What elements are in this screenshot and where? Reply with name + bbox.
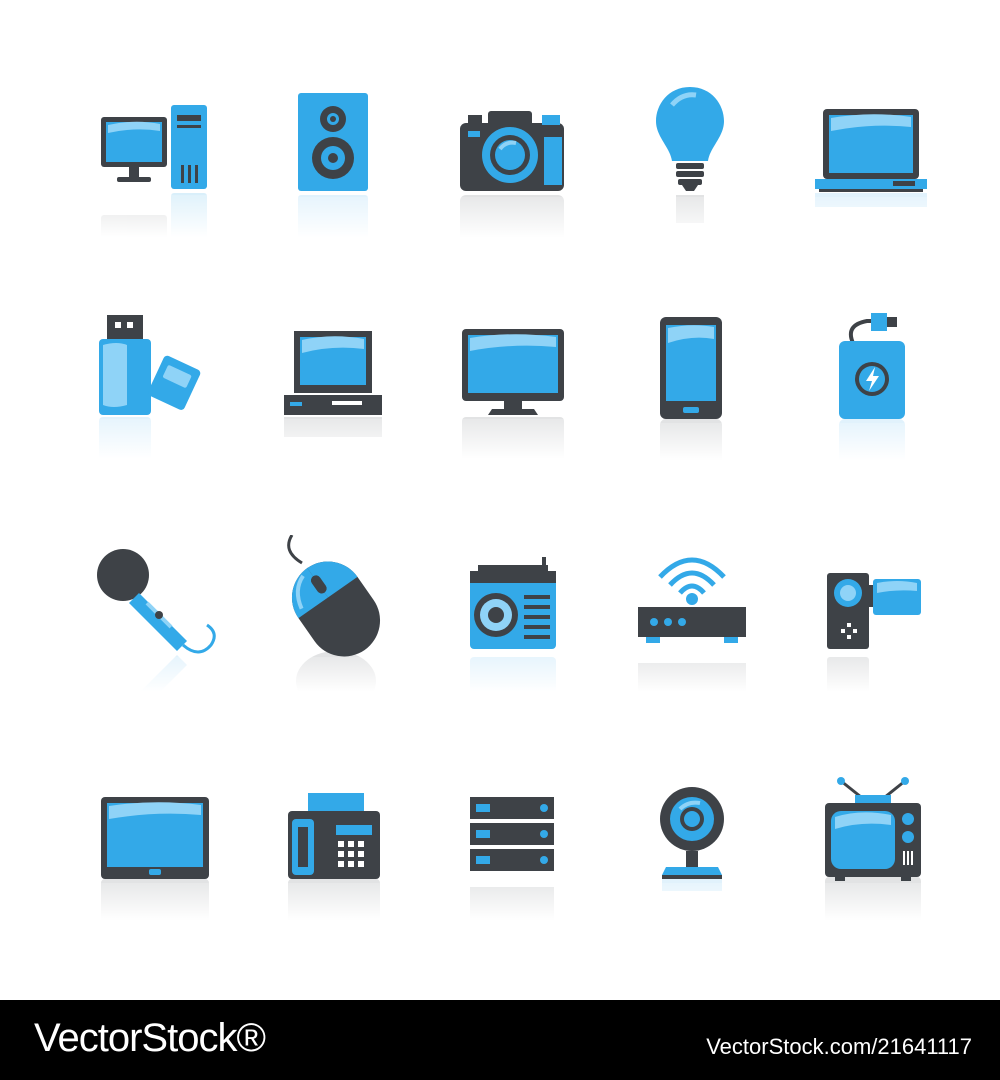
speaker-icon [262,85,402,265]
radio-icon [442,535,582,715]
laptop-icon [803,85,943,265]
smartphone-icon [622,305,762,485]
camcorder-icon [803,535,943,715]
icon-grid [0,0,1000,1000]
tablet-icon [87,765,227,945]
watermark-stock-id: VectorStock.com/21641117 [706,1034,972,1059]
watermark-brand: VectorStock® [34,1016,266,1060]
photo-camera-icon [442,85,582,265]
monitor-icon [442,305,582,485]
fax-machine-icon [262,765,402,945]
watermark-footer: VectorStock® VectorStock.com/21641117 [0,1000,1000,1080]
microphone-icon [87,535,227,715]
computer-mouse-icon [262,535,402,715]
usb-flash-drive-icon [87,305,227,485]
desktop-computer-icon [87,85,227,265]
retro-computer-icon [262,305,402,485]
light-bulb-icon [622,85,762,265]
wifi-router-icon [622,535,762,715]
power-bank-icon [803,305,943,485]
television-icon [803,765,943,945]
server-rack-icon [442,765,582,945]
webcam-icon [622,765,762,945]
